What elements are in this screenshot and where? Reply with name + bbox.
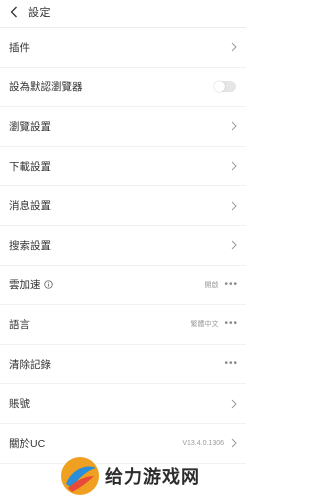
settings-row-messages[interactable]: 消息設置 — [0, 186, 246, 226]
chevron-right-icon — [231, 438, 237, 448]
settings-list: 插件 設為默認瀏覽器 瀏覽設置 下載設置 消息設置 搜索設置 雲加速 開啟 ••… — [0, 28, 246, 464]
row-label: 清除記錄 — [9, 358, 51, 371]
settings-row-plugins[interactable]: 插件 — [0, 28, 246, 68]
chevron-right-icon — [231, 201, 237, 211]
chevron-left-icon — [10, 6, 17, 18]
row-value: 開啟 — [204, 281, 219, 289]
row-value: V13.4.0.1306 — [182, 439, 224, 447]
page-title: 設定 — [28, 7, 51, 19]
settings-row-download[interactable]: 下載設置 — [0, 147, 246, 187]
row-label: 搜索設置 — [9, 239, 51, 252]
row-label: 設為默認瀏覽器 — [9, 81, 83, 94]
chevron-right-icon — [231, 240, 237, 250]
row-label-text: 雲加速 — [9, 279, 41, 292]
row-label: 語言 — [9, 318, 30, 331]
row-label: 插件 — [9, 41, 30, 54]
row-value: 繁體中文 — [190, 321, 219, 329]
settings-row-default-browser: 設為默認瀏覽器 — [0, 68, 246, 108]
row-label: 瀏覽設置 — [9, 120, 51, 133]
watermark-text: 给力游戏网 — [105, 467, 200, 487]
more-dots-icon[interactable]: ••• — [224, 319, 238, 329]
settings-row-about[interactable]: 關於UC V13.4.0.1306 — [0, 424, 246, 464]
more-dots-icon[interactable]: ••• — [224, 359, 238, 369]
row-label: 下載設置 — [9, 160, 51, 173]
chevron-right-icon — [231, 42, 237, 52]
top-bar: 設定 — [0, 0, 246, 24]
chevron-right-icon — [231, 122, 237, 131]
row-label: 雲加速 — [9, 277, 53, 292]
row-label: 關於UC — [9, 437, 46, 450]
chevron-right-icon — [231, 161, 237, 171]
settings-row-cloud-acceleration[interactable]: 雲加速 開啟 ••• — [0, 266, 246, 306]
row-label: 賬號 — [9, 398, 30, 411]
settings-row-browsing[interactable]: 瀏覽設置 — [0, 107, 246, 147]
toggle-knob — [214, 81, 225, 93]
settings-row-account[interactable]: 賬號 — [0, 384, 246, 424]
chevron-right-icon — [231, 399, 237, 408]
info-icon[interactable] — [43, 280, 53, 290]
settings-row-search[interactable]: 搜索設置 — [0, 226, 246, 266]
settings-row-clear-history[interactable]: 清除記錄 ••• — [0, 345, 246, 385]
back-button[interactable] — [4, 0, 24, 24]
default-browser-toggle[interactable] — [214, 81, 236, 93]
row-label: 消息設置 — [9, 200, 51, 213]
more-dots-icon[interactable]: ••• — [224, 279, 238, 290]
settings-row-language[interactable]: 語言 繁體中文 ••• — [0, 305, 246, 345]
